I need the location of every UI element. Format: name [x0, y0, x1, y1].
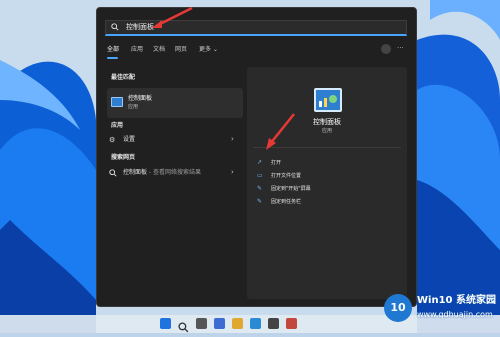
chevron-right-icon: ›: [231, 135, 234, 143]
watermark-name: Win10 系统家园: [417, 295, 496, 306]
chart-glyph-icon: [319, 95, 337, 107]
search-icon: [111, 23, 119, 31]
action-label: 打开: [271, 160, 282, 166]
search-icon[interactable]: [178, 318, 189, 333]
settings-label: 设置: [123, 136, 136, 143]
best-match-heading: 最佳匹配: [111, 74, 136, 81]
action-pin-to-taskbar[interactable]: ✎ 固定到任务栏: [257, 197, 397, 207]
best-match-item[interactable]: 控制面板 应用: [107, 88, 243, 118]
chevron-right-icon: ›: [231, 168, 234, 176]
web-search-query: 控制面板: [123, 169, 148, 176]
tab-documents[interactable]: 文档: [153, 46, 165, 54]
watermark: 10 Win10 系统家园 www.qdhuajin.com: [384, 292, 498, 330]
tab-apps[interactable]: 应用: [131, 46, 143, 54]
annotation-arrow: [266, 113, 295, 150]
action-pin-to-start[interactable]: ✎ 固定到"开始"屏幕: [257, 184, 397, 194]
web-search-heading: 搜索网页: [111, 154, 136, 161]
open-icon: ↗: [257, 159, 263, 166]
search-glyph-icon: [178, 322, 189, 333]
file-explorer-icon[interactable]: [232, 318, 243, 329]
tab-more[interactable]: 更多 ⌄: [199, 46, 218, 54]
start-icon[interactable]: [160, 318, 171, 329]
search-icon: [109, 169, 117, 177]
gear-icon: ⚙: [109, 136, 116, 144]
best-match-name: 控制面板: [128, 95, 153, 102]
tab-all[interactable]: 全部: [107, 46, 119, 54]
start-search-panel: 控制面板 全部 应用 文档 网页 更多 ⌄ ··· 最佳匹配 控制面板 应用 应…: [96, 7, 417, 307]
web-search-label: 控制面板 - 查看网络搜索结果: [123, 169, 201, 177]
pin-icon: ✎: [257, 198, 263, 205]
widgets-icon[interactable]: [214, 318, 225, 329]
action-open[interactable]: ↗ 打开: [257, 158, 397, 168]
task-view-icon[interactable]: [196, 318, 207, 329]
best-match-type: 应用: [128, 104, 139, 110]
pin-icon: ✎: [257, 185, 263, 192]
tab-all-underline: [107, 57, 118, 59]
action-label: 固定到"开始"屏幕: [271, 186, 311, 192]
apps-heading: 应用: [111, 122, 124, 129]
watermark-logo: 10: [384, 294, 412, 322]
watermark-url: www.qdhuajin.com: [417, 310, 493, 319]
list-item-web-search[interactable]: 控制面板 - 查看网络搜索结果 ›: [109, 168, 237, 180]
detail-pane: 控制面板 应用 ↗ 打开 ▭ 打开文件位置 ✎ 固定到"开始"屏幕 ✎ 固定到任…: [247, 67, 407, 299]
action-label: 打开文件位置: [271, 173, 302, 179]
control-panel-icon: [111, 97, 123, 107]
folder-icon: ▭: [257, 172, 263, 179]
control-panel-icon: [314, 88, 342, 112]
edge-icon[interactable]: [250, 318, 261, 329]
avatar[interactable]: [381, 44, 391, 54]
list-item-settings[interactable]: ⚙ 设置 ›: [109, 135, 237, 147]
more-options-icon[interactable]: ···: [397, 44, 404, 52]
web-search-suffix: - 查看网络搜索结果: [147, 169, 201, 176]
action-open-file-location[interactable]: ▭ 打开文件位置: [257, 171, 397, 181]
tab-web[interactable]: 网页: [175, 46, 187, 54]
store-icon[interactable]: [268, 318, 279, 329]
office-icon[interactable]: [286, 318, 297, 329]
annotation-arrow: [152, 6, 193, 28]
action-label: 固定到任务栏: [271, 199, 302, 205]
